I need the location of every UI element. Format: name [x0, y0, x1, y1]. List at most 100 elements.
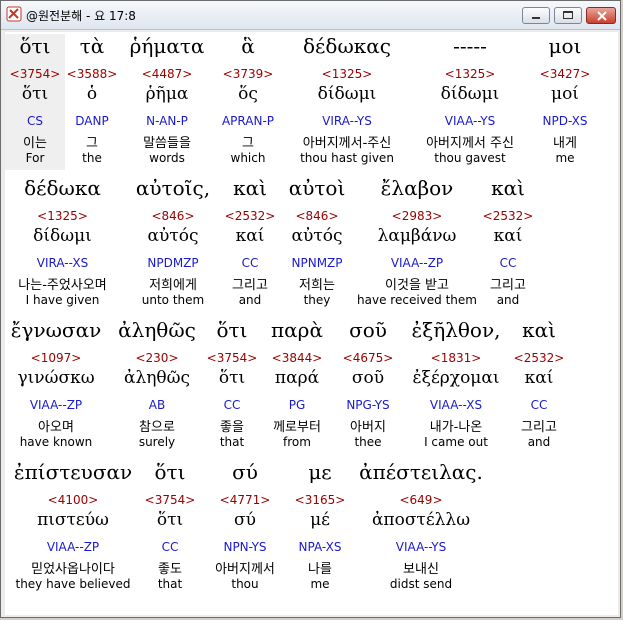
- greek-word: καὶ: [233, 176, 267, 200]
- english-gloss: which: [230, 151, 266, 165]
- greek-word: ἐπίστευσαν: [13, 460, 133, 484]
- word-cell[interactable]: ἃ <3739> ὅς APRAN-P 그 which: [210, 34, 286, 174]
- english-gloss: the: [82, 151, 102, 165]
- window-title: @원전분해 - 요 17:8: [26, 9, 136, 23]
- greek-word: ἃ: [241, 34, 255, 58]
- strong-number: <3588>: [66, 67, 118, 81]
- strong-number: <4675>: [342, 351, 394, 365]
- word-cell[interactable]: δέδωκας <1325> δίδωμι VIRA--YS 아버지께서-주신 …: [287, 34, 407, 174]
- english-gloss: surely: [138, 435, 176, 449]
- lemma: ἀποστέλλω: [371, 510, 471, 530]
- lemma: καί: [524, 368, 554, 388]
- korean-gloss: 그리고: [521, 420, 557, 435]
- word-cell[interactable]: σύ <4771> σύ NPN-YS 아버지께서 thou: [205, 460, 285, 600]
- lemma: σοῦ: [351, 368, 385, 388]
- parsing-code: NPDMZP: [147, 256, 199, 270]
- korean-gloss: 께로부터: [273, 420, 321, 435]
- korean-gloss: 아버지께서-주신: [302, 136, 392, 151]
- parsing-code: NPNMZP: [291, 256, 343, 270]
- greek-word: ὅτι: [216, 318, 248, 342]
- word-cell[interactable]: ἔγνωσαν <1097> γινώσκω VIAA--ZP 아오며 have…: [5, 318, 107, 458]
- lemma: ὁ: [86, 84, 98, 104]
- word-cell[interactable]: ἀπέστειλας. <649> ἀποστέλλω VIAA--YS 보내신…: [355, 460, 487, 600]
- word-cell[interactable]: σοῦ <4675> σοῦ NPG-YS 아버지 thee: [331, 318, 405, 458]
- lemma: αὐτός: [291, 226, 343, 246]
- word-cell[interactable]: τὰ <3588> ὁ DANP 그 the: [60, 34, 124, 174]
- greek-word: μοι: [548, 34, 582, 58]
- english-gloss: and: [527, 435, 551, 449]
- parsing-code: NPN-YS: [223, 540, 267, 554]
- word-cell[interactable]: ----- <1325> δίδωμι VIAA--YS 아버지께서 주신 th…: [410, 34, 530, 174]
- lemma: ῥῆμα: [145, 84, 189, 104]
- word-cell[interactable]: καὶ <2532> καί CC 그리고 and: [505, 318, 573, 458]
- word-cell[interactable]: καὶ <2532> καί CC 그리고 and: [217, 176, 283, 316]
- strong-number: <649>: [399, 493, 443, 507]
- strong-number: <3427>: [539, 67, 591, 81]
- maximize-icon: [563, 11, 573, 19]
- strong-number: <3754>: [9, 67, 61, 81]
- parsing-code: CC: [223, 398, 241, 412]
- parsing-code: NPA-XS: [298, 540, 342, 554]
- korean-gloss: 참으로: [139, 420, 175, 435]
- lemma: ὅς: [238, 84, 258, 104]
- word-cell[interactable]: παρὰ <3844> παρά PG 께로부터 from: [263, 318, 331, 458]
- lemma: καί: [493, 226, 523, 246]
- lemma: δίδωμι: [317, 84, 377, 104]
- lemma: αὐτός: [147, 226, 199, 246]
- minimize-button[interactable]: [522, 7, 550, 24]
- minimize-icon: [532, 17, 540, 19]
- word-cell[interactable]: ἐπίστευσαν <4100> πιστεύω VIAA--ZP 믿었사옵나…: [5, 460, 141, 600]
- parsing-code: PG: [288, 398, 306, 412]
- korean-gloss: 그: [242, 136, 254, 151]
- word-cell[interactable]: αὐτοῖς, <846> αὐτός NPDMZP 저희에게 unto the…: [127, 176, 219, 316]
- title-bar[interactable]: @원전분해 - 요 17:8: [1, 1, 620, 30]
- maximize-button[interactable]: [554, 7, 582, 24]
- korean-gloss: 그: [86, 136, 98, 151]
- close-icon: [597, 11, 607, 21]
- english-gloss: I came out: [424, 435, 488, 449]
- parsing-code: CC: [161, 540, 179, 554]
- word-cell[interactable]: με <3165> μέ NPA-XS 나를 me: [287, 460, 353, 600]
- korean-gloss: 저희에게: [149, 278, 197, 293]
- word-cell[interactable]: ἔλαβον <2983> λαμβάνω VIAA--ZP 이것을 받고 ha…: [357, 176, 477, 316]
- word-cell[interactable]: αὐτοὶ <846> αὐτός NPNMZP 저희는 they: [281, 176, 353, 316]
- word-cell[interactable]: δέδωκα <1325> δίδωμι VIRA--XS 나는-주었사오며 I…: [5, 176, 120, 316]
- english-gloss: didst send: [389, 577, 453, 591]
- word-cell[interactable]: ῥήματα <4487> ῥῆμα N-AN-P 말씀들을 words: [125, 34, 209, 174]
- word-cell[interactable]: καὶ <2532> καί CC 그리고 and: [475, 176, 541, 316]
- english-gloss: and: [238, 293, 262, 307]
- parsing-code: VIAA--YS: [444, 114, 496, 128]
- greek-word: -----: [453, 34, 487, 58]
- korean-gloss: 저희는: [299, 278, 335, 293]
- word-cell[interactable]: ὅτι <3754> ὅτι CC 좋을 that: [200, 318, 264, 458]
- strong-number: <3844>: [271, 351, 323, 365]
- word-cell[interactable]: ὅτι <3754> ὅτι CS 이는 For: [5, 34, 65, 170]
- parsing-code: CS: [27, 114, 43, 128]
- strong-number: <1325>: [37, 209, 88, 223]
- korean-gloss: 좋도: [158, 562, 182, 577]
- greek-word: δέδωκα: [24, 176, 101, 200]
- lemma: μοί: [551, 84, 579, 104]
- word-cell[interactable]: μοι <3427> μοί NPD-XS 내게 me: [530, 34, 600, 174]
- word-cell[interactable]: ἀληθῶς <230> ἀληθῶς AB 참으로 surely: [115, 318, 199, 458]
- korean-gloss: 말씀들을: [143, 136, 191, 151]
- lemma: καί: [235, 226, 265, 246]
- lemma: λαμβάνω: [377, 226, 457, 246]
- korean-gloss: 아버지: [350, 420, 386, 435]
- greek-word: παρὰ: [271, 318, 323, 342]
- korean-gloss: 나는-주었사오며: [18, 278, 107, 293]
- close-button[interactable]: [586, 7, 616, 24]
- greek-word: σοῦ: [349, 318, 387, 342]
- strong-number: <3739>: [222, 67, 274, 81]
- korean-gloss: 보내신: [403, 562, 439, 577]
- strong-number: <3754>: [206, 351, 258, 365]
- word-cell[interactable]: ἐξῆλθον, <1831> ἐξέρχομαι VIAA--XS 내가-나온…: [403, 318, 509, 458]
- greek-word: ἔγνωσαν: [10, 318, 102, 342]
- strong-number: <1097>: [30, 351, 82, 365]
- strong-number: <230>: [135, 351, 179, 365]
- strong-number: <1831>: [430, 351, 482, 365]
- strong-number: <2532>: [224, 209, 276, 223]
- word-cell[interactable]: ὅτι <3754> ὅτι CC 좋도 that: [139, 460, 201, 600]
- parsing-code: VIRA--YS: [322, 114, 372, 128]
- english-gloss: thou gavest: [434, 151, 506, 165]
